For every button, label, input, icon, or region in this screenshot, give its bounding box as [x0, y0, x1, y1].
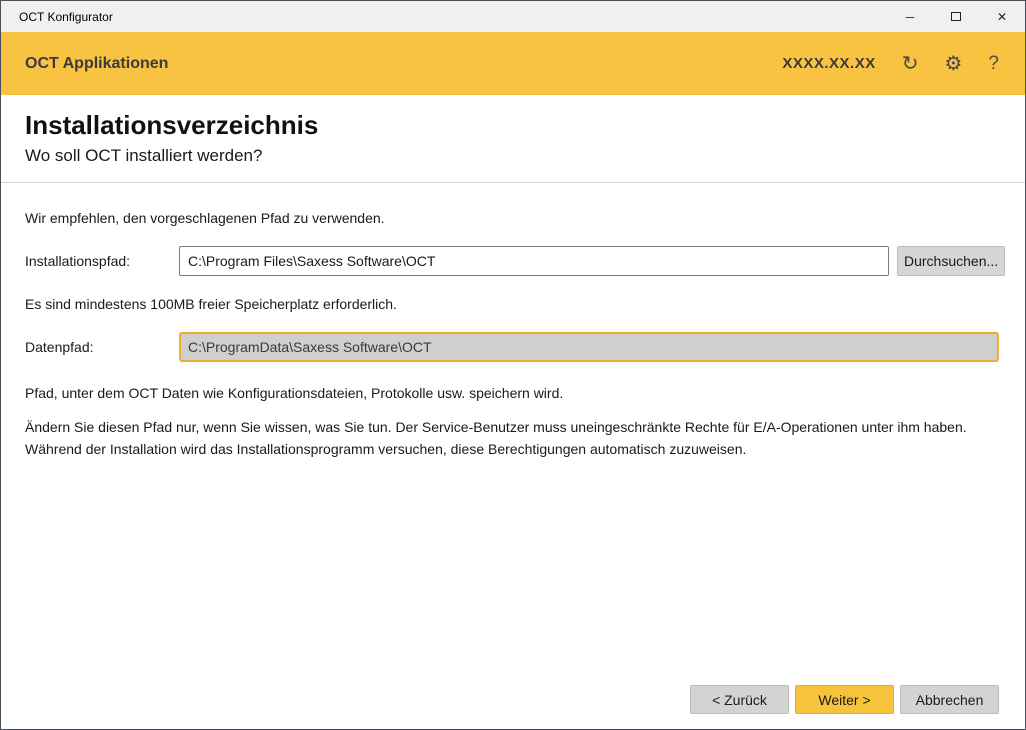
window-controls: ─ ✕ [887, 1, 1025, 32]
close-button[interactable]: ✕ [979, 1, 1025, 32]
intro-text: Wir empfehlen, den vorgeschlagenen Pfad … [25, 210, 1001, 226]
warning-text: Ändern Sie diesen Pfad nur, wenn Sie wis… [25, 417, 1001, 460]
main-content: Wir empfehlen, den vorgeschlagenen Pfad … [1, 183, 1025, 460]
warning-line-1: Ändern Sie diesen Pfad nur, wenn Sie wis… [25, 417, 1001, 439]
page-title: Installationsverzeichnis [25, 110, 1001, 141]
page-heading-section: Installationsverzeichnis Wo soll OCT ins… [1, 95, 1025, 183]
back-button[interactable]: < Zurück [690, 685, 789, 714]
settings-gear-icon[interactable]: ⚙ [944, 54, 962, 74]
installer-window: OCT Konfigurator ─ ✕ OCT Applikationen X… [0, 0, 1026, 730]
refresh-icon[interactable]: ↻ [902, 54, 919, 74]
header-actions: XXXX.XX.XX ↻ ⚙ ? [782, 54, 999, 74]
titlebar: OCT Konfigurator ─ ✕ [1, 1, 1025, 32]
page-subtitle: Wo soll OCT installiert werden? [25, 146, 1001, 166]
wizard-footer: < Zurück Weiter > Abbrechen [690, 685, 999, 714]
data-path-label: Datenpfad: [25, 339, 179, 355]
window-title: OCT Konfigurator [1, 10, 113, 24]
minimize-icon: ─ [906, 10, 915, 24]
data-path-row: Datenpfad: [25, 332, 1001, 362]
help-icon[interactable]: ? [988, 54, 999, 73]
app-header: OCT Applikationen XXXX.XX.XX ↻ ⚙ ? [1, 32, 1025, 95]
install-path-label: Installationspfad: [25, 253, 179, 269]
warning-line-2: Während der Installation wird das Instal… [25, 439, 1001, 461]
close-icon: ✕ [997, 10, 1007, 24]
browse-button[interactable]: Durchsuchen... [897, 246, 1005, 276]
version-text: XXXX.XX.XX [782, 55, 875, 72]
minimize-button[interactable]: ─ [887, 1, 933, 32]
install-path-input[interactable] [179, 246, 889, 276]
data-path-note: Pfad, unter dem OCT Daten wie Konfigurat… [25, 385, 1001, 401]
next-button[interactable]: Weiter > [795, 685, 894, 714]
install-path-row: Installationspfad: Durchsuchen... [25, 246, 1001, 276]
maximize-button[interactable] [933, 1, 979, 32]
disk-space-note: Es sind mindestens 100MB freier Speicher… [25, 296, 1001, 312]
cancel-button[interactable]: Abbrechen [900, 685, 999, 714]
maximize-icon [951, 12, 961, 21]
data-path-input[interactable] [179, 332, 999, 362]
app-title: OCT Applikationen [25, 55, 168, 73]
